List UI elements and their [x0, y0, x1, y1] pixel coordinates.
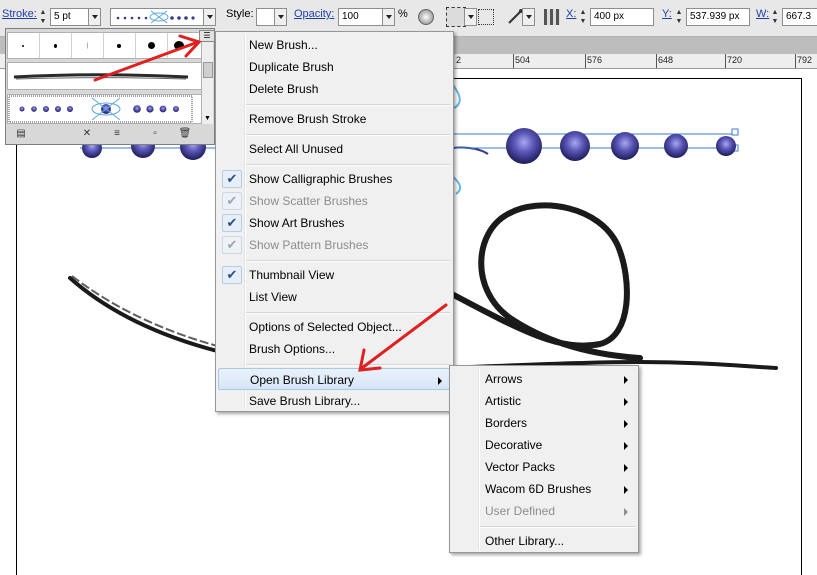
brush-swatch[interactable]: [104, 33, 136, 58]
submenu-arrow-icon: [624, 442, 628, 450]
submenu-item-vector-packs[interactable]: Vector Packs: [452, 456, 636, 478]
submenu-item-user-defined: User Defined: [452, 500, 636, 522]
x-field[interactable]: 400 px: [590, 8, 654, 26]
w-label[interactable]: W:: [756, 8, 769, 20]
menu-item-show-calligraphic[interactable]: ✔ Show Calligraphic Brushes: [218, 168, 451, 190]
scroll-thumb[interactable]: [203, 62, 213, 78]
isolate-dropdown[interactable]: [522, 8, 535, 26]
submenu-arrow-icon: [624, 508, 628, 516]
opacity-dropdown[interactable]: [382, 8, 395, 26]
align-dropdown[interactable]: [464, 8, 477, 26]
menu-item-select-all-unused[interactable]: Select All Unused: [218, 138, 451, 160]
recolor-artwork-icon[interactable]: [418, 9, 434, 25]
menu-item-open-brush-library[interactable]: Open Brush Library: [218, 368, 451, 390]
submenu-item-wacom-6d-brushes[interactable]: Wacom 6D Brushes: [452, 478, 636, 500]
menu-item-show-art[interactable]: ✔ Show Art Brushes: [218, 212, 451, 234]
brush-library-submenu: Arrows Artistic Borders Decorative Vecto…: [449, 365, 639, 553]
brush-libraries-icon[interactable]: ▤: [14, 128, 28, 140]
style-swatch[interactable]: [256, 8, 276, 26]
brush-swatch[interactable]: [136, 33, 168, 58]
submenu-arrow-icon: [624, 486, 628, 494]
y-label[interactable]: Y:: [662, 8, 672, 20]
delete-icon[interactable]: 🗑: [178, 128, 192, 140]
bead: [560, 131, 590, 161]
panel-scrollbar[interactable]: ▲ ▼: [201, 32, 213, 124]
w-spinner[interactable]: ▲ ▼: [770, 8, 780, 26]
stroke-spinner[interactable]: ▲ ▼: [38, 8, 48, 26]
align-icon[interactable]: [446, 7, 466, 27]
menu-item-brush-options[interactable]: Brush Options...: [218, 338, 451, 360]
check-icon: ✔: [222, 236, 242, 254]
bead: [506, 128, 542, 164]
opacity-field[interactable]: 100: [338, 8, 384, 26]
x-label[interactable]: X:: [566, 8, 576, 20]
brush-definition-dropdown[interactable]: [203, 8, 216, 26]
submenu-arrow-icon: [624, 376, 628, 384]
art-brush-row[interactable]: [7, 62, 204, 90]
bead: [664, 134, 688, 158]
submenu-item-decorative[interactable]: Decorative: [452, 434, 636, 456]
menu-item-duplicate-brush[interactable]: Duplicate Brush: [218, 56, 451, 78]
brush-stroke-loop[interactable]: [445, 202, 643, 361]
x-spinner[interactable]: ▲ ▼: [578, 8, 588, 26]
submenu-item-artistic[interactable]: Artistic: [452, 390, 636, 412]
menu-item-remove-brush-stroke[interactable]: Remove Brush Stroke: [218, 108, 451, 130]
brushes-panel: ▲ ▼ ▤ ✕ ≡ ▫ 🗑: [5, 28, 215, 145]
y-spinner[interactable]: ▲ ▼: [674, 8, 684, 26]
reference-point-icon[interactable]: [544, 9, 560, 25]
check-icon: ✔: [222, 214, 242, 232]
remove-stroke-icon[interactable]: ✕: [80, 128, 94, 140]
check-icon: ✔: [222, 266, 242, 284]
menu-item-thumbnail-view[interactable]: ✔ Thumbnail View: [218, 264, 451, 286]
bead: [716, 136, 736, 156]
beads-brush-preview-icon: [116, 10, 195, 24]
brushes-panel-menu: New Brush... Duplicate Brush Delete Brus…: [215, 31, 454, 412]
brush-swatch[interactable]: [72, 33, 104, 58]
submenu-arrow-icon: [624, 398, 628, 406]
bead: [611, 132, 639, 160]
transform-icon[interactable]: [478, 9, 494, 25]
stroke-weight-dropdown[interactable]: [88, 8, 101, 26]
submenu-arrow-icon: [438, 377, 442, 385]
charcoal-brush-preview: [13, 73, 189, 80]
submenu-arrow-icon: [624, 420, 628, 428]
opacity-unit: %: [398, 8, 408, 20]
new-brush-icon[interactable]: ▫: [148, 128, 162, 140]
style-dropdown[interactable]: [274, 8, 287, 26]
menu-item-show-scatter: ✔ Show Scatter Brushes: [218, 190, 451, 212]
menu-item-list-view[interactable]: List View: [218, 286, 451, 308]
submenu-item-other-library[interactable]: Other Library...: [452, 530, 636, 552]
options-icon[interactable]: ≡: [110, 128, 124, 140]
panel-menu-icon[interactable]: ☰: [199, 30, 215, 42]
w-field[interactable]: 667.3: [782, 8, 817, 26]
scroll-down-icon[interactable]: ▼: [204, 115, 211, 122]
stroke-weight-field[interactable]: 5 pt: [50, 8, 90, 26]
check-icon: ✔: [222, 192, 242, 210]
panel-toolbar: ▤ ✕ ≡ ▫ 🗑: [6, 126, 214, 144]
stroke-label[interactable]: Stroke:: [2, 8, 37, 20]
menu-item-show-pattern: ✔ Show Pattern Brushes: [218, 234, 451, 256]
beads-brush-preview: [8, 95, 193, 123]
submenu-item-borders[interactable]: Borders: [452, 412, 636, 434]
check-icon: ✔: [222, 170, 242, 188]
menu-item-options-selected-object[interactable]: Options of Selected Object...: [218, 316, 451, 338]
brush-swatch[interactable]: [168, 33, 192, 58]
y-field[interactable]: 537.939 px: [686, 8, 750, 26]
menu-item-save-brush-library[interactable]: Save Brush Library...: [218, 390, 451, 412]
calligraphic-brush-row: [7, 32, 204, 59]
brush-definition-field[interactable]: [110, 8, 204, 26]
submenu-item-arrows[interactable]: Arrows: [452, 368, 636, 390]
opacity-label[interactable]: Opacity:: [294, 8, 334, 20]
menu-item-delete-brush[interactable]: Delete Brush: [218, 78, 451, 100]
submenu-arrow-icon: [624, 464, 628, 472]
style-label: Style:: [226, 8, 254, 20]
menu-item-new-brush[interactable]: New Brush...: [218, 34, 451, 56]
scatter-brush-row[interactable]: [7, 94, 204, 124]
brush-swatch[interactable]: [8, 33, 40, 58]
brush-swatch[interactable]: [40, 33, 72, 58]
